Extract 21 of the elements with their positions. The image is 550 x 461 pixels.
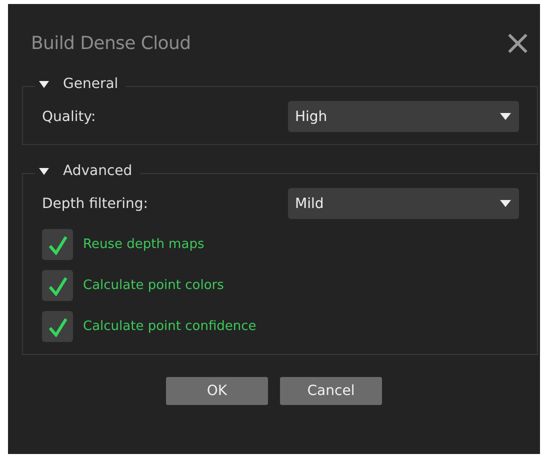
dialog-button[interactable]: OK bbox=[166, 377, 268, 405]
checkbox[interactable] bbox=[42, 270, 73, 301]
caret-icon bbox=[500, 200, 511, 207]
checkbox[interactable] bbox=[42, 229, 73, 260]
dialog-button[interactable]: Cancel bbox=[280, 377, 382, 405]
caret-icon bbox=[500, 113, 511, 120]
triangle-icon bbox=[39, 80, 49, 88]
checkmark-icon bbox=[48, 276, 68, 296]
checkmark-icon bbox=[48, 316, 68, 336]
dropdown[interactable]: High bbox=[288, 101, 519, 132]
checkbox-label: Calculate point confidence bbox=[83, 319, 256, 334]
checkbox-label: Reuse depth maps bbox=[83, 237, 204, 252]
checkbox[interactable] bbox=[42, 311, 73, 342]
checkmark-icon bbox=[48, 234, 68, 254]
field-label: Depth filtering: bbox=[42, 196, 148, 212]
dropdown[interactable]: Mild bbox=[288, 188, 519, 219]
window-title: Build Dense Cloud bbox=[31, 32, 191, 54]
close-button[interactable]: × bbox=[504, 28, 532, 58]
triangle-icon bbox=[39, 168, 49, 174]
field-label: Quality: bbox=[42, 108, 96, 124]
checkbox-label: Calculate point colors bbox=[83, 278, 224, 293]
